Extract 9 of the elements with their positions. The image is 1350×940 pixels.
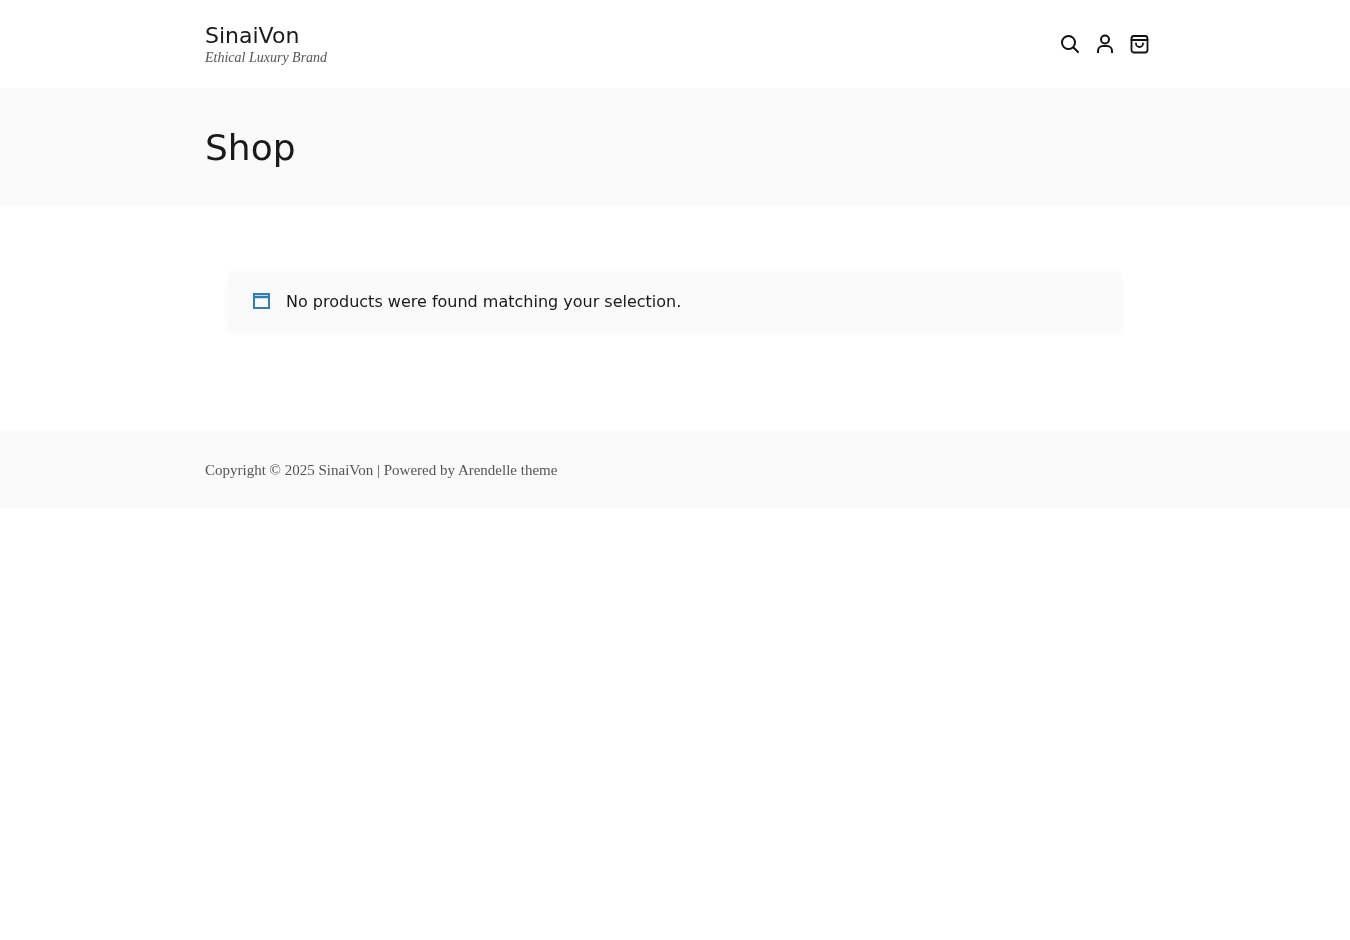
window-icon [253,293,270,309]
search-icon[interactable] [1060,34,1080,54]
copyright-text: Copyright © 2025 SinaiVon | Powered by Arendelle theme [205,461,558,478]
user-icon[interactable] [1096,34,1114,54]
site-title[interactable]: SinaiVon [205,22,328,48]
page-title: Shop [205,126,297,168]
site-tagline: Ethical Luxury Brand [205,49,328,66]
notice-text: No products were found matching your selection. [286,291,682,311]
shopping-bag-icon[interactable] [1130,34,1149,54]
